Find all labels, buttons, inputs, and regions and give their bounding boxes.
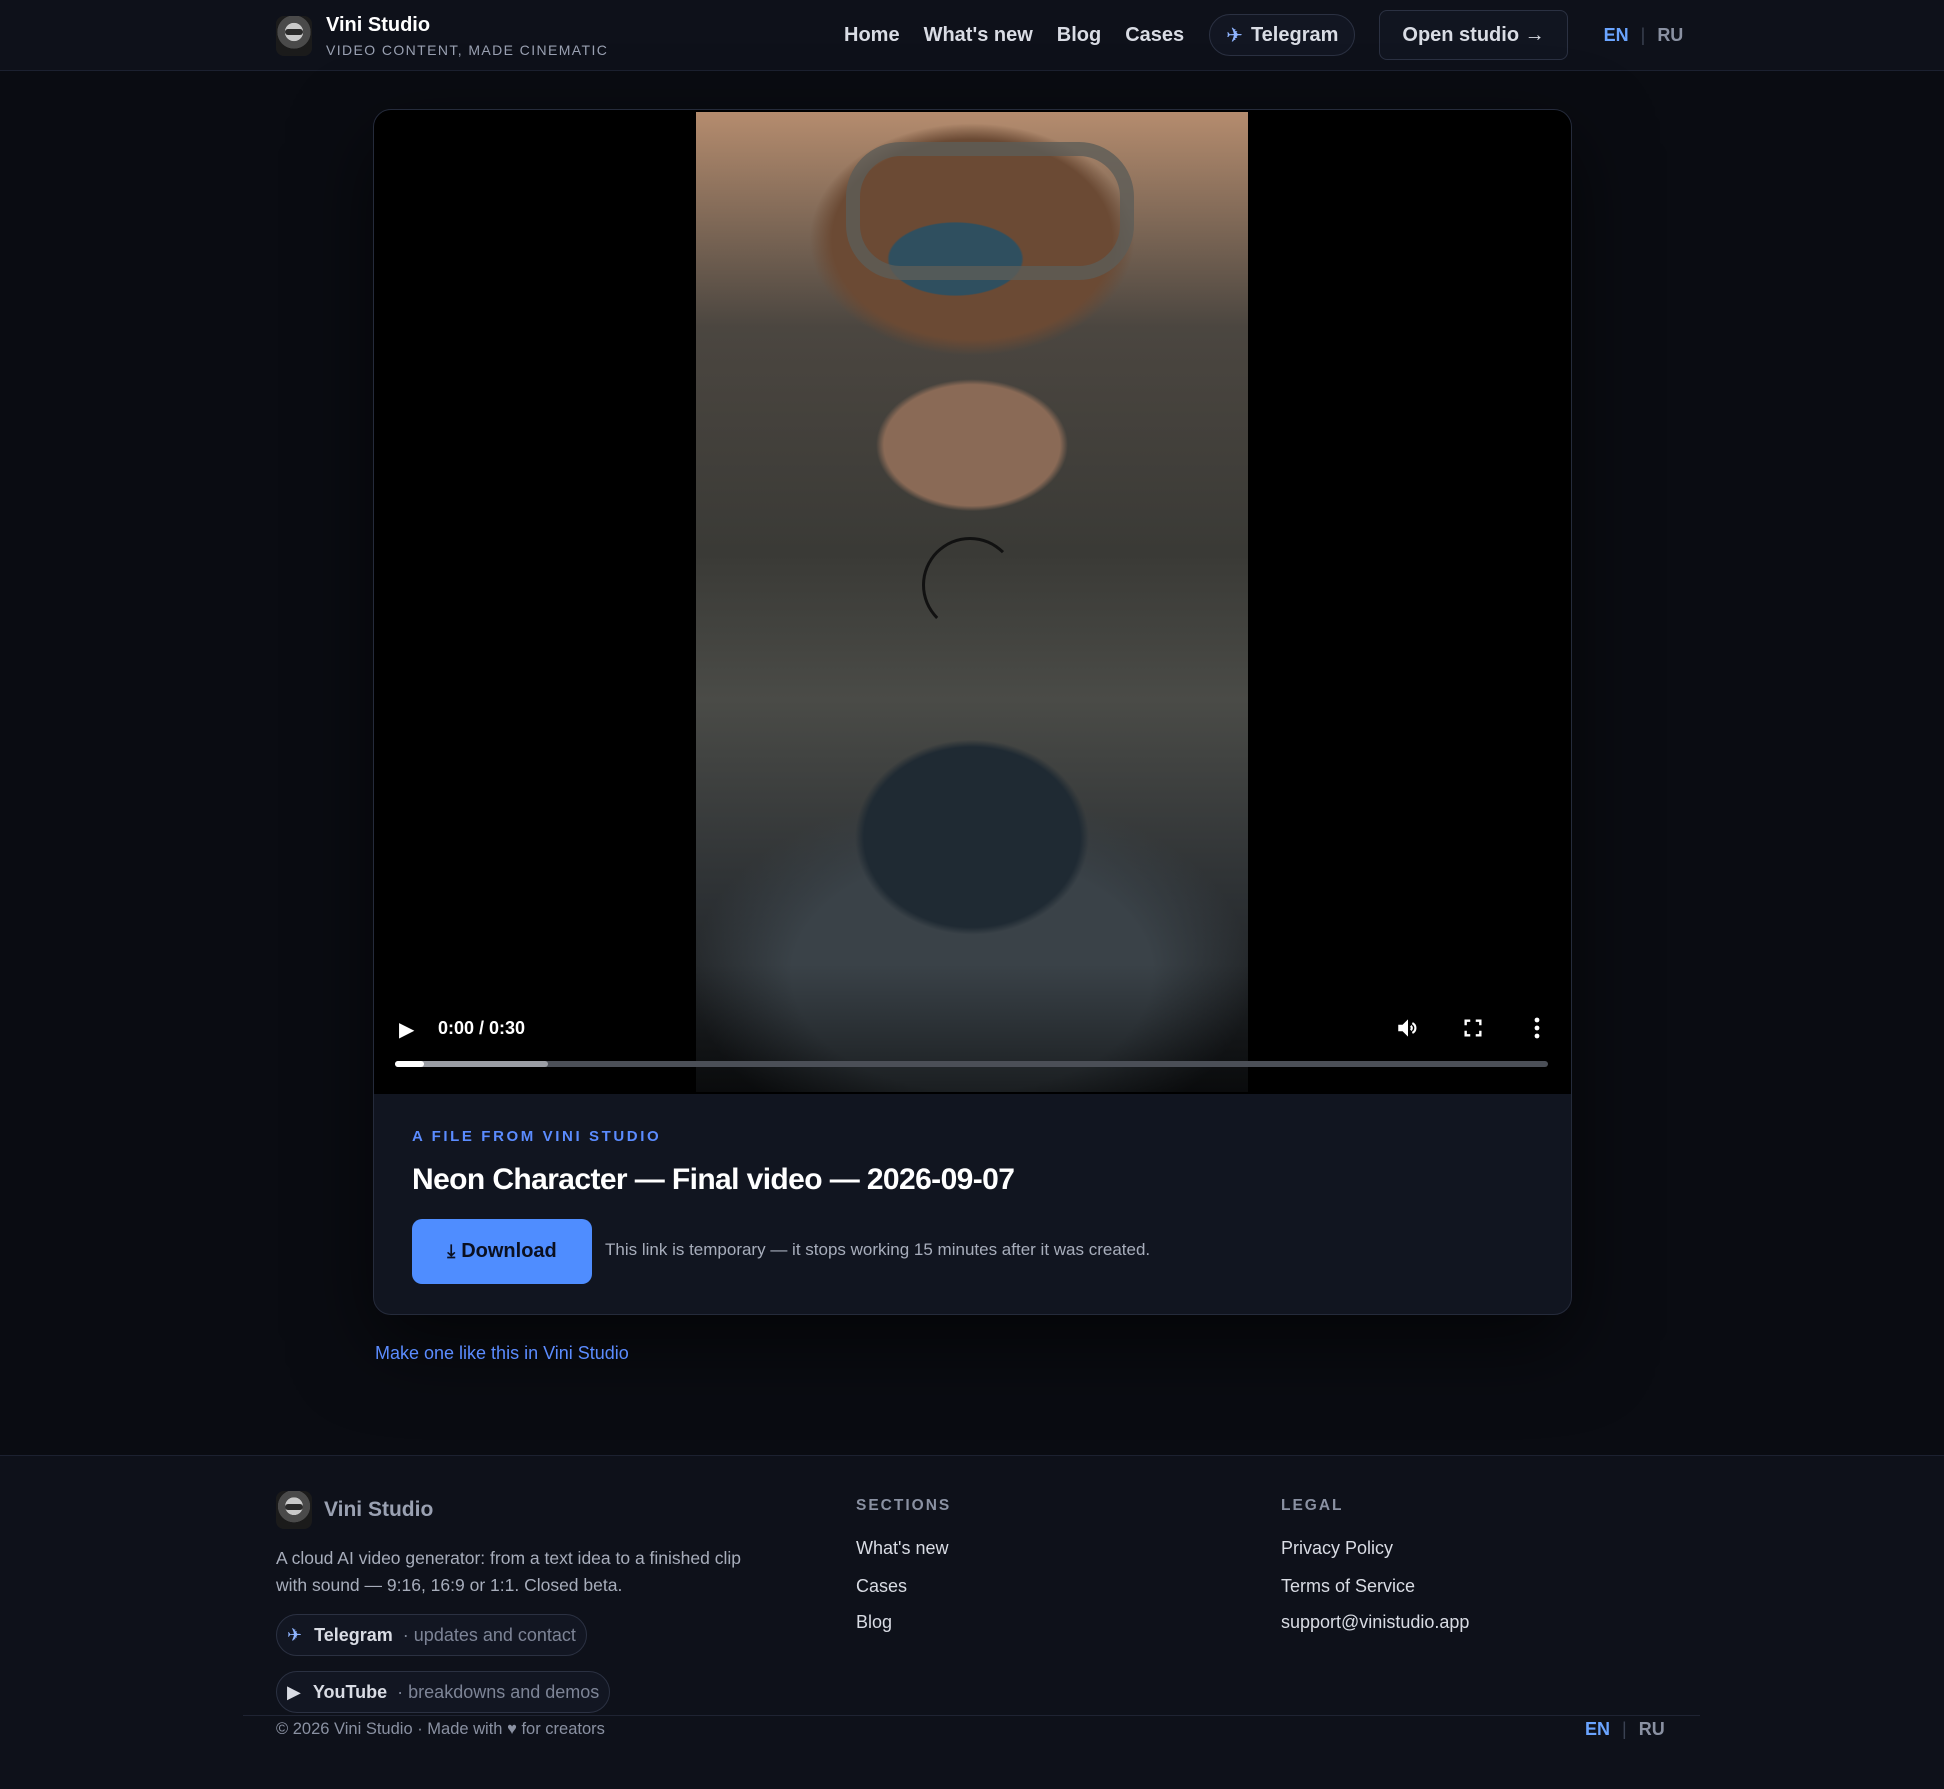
telegram-label: Telegram [1250,23,1339,46]
footer-telegram-link[interactable]: ✈ Telegram · updates and contact [276,1614,587,1656]
lang-ru[interactable]: RU [1657,25,1683,46]
nav-cases[interactable]: Cases [1125,24,1184,47]
footer-logo-icon [276,1491,312,1529]
volume-icon[interactable] [1395,1015,1421,1041]
make-one-link[interactable]: Make one like this in Vini Studio [375,1343,629,1364]
temporary-link-notice: This link is temporary — it stops workin… [605,1240,1151,1259]
loading-spinner-icon [922,537,1018,633]
open-studio-button[interactable]: Open studio → [1379,10,1568,60]
footer-link-whats-new[interactable]: What's new [856,1538,948,1559]
time-display: 0:00 / 0:30 [438,1018,526,1038]
file-title: Neon Character — Final video — 2026-09-0… [412,1163,1015,1196]
footer-youtube-link[interactable]: ▶ YouTube · breakdowns and demos [276,1671,611,1713]
social-name: YouTube [312,1681,388,1702]
legal-heading: LEGAL [1281,1497,1344,1514]
telegram-plane-icon: ✈ [287,1624,303,1645]
video-progress-bar[interactable] [395,1061,1548,1067]
footer-link-blog[interactable]: Blog [856,1612,892,1633]
social-subtitle: · updates and contact [402,1624,576,1645]
footer-link-support-email[interactable]: support@vinistudio.app [1281,1612,1469,1633]
fullscreen-icon[interactable] [1462,1017,1484,1039]
footer-description: A cloud AI video generator: from a text … [276,1548,741,1595]
footer-brand[interactable]: Vini Studio [276,1491,433,1529]
brand[interactable]: Vini Studio VIDEO CONTENT, MADE CINEMATI… [276,14,608,58]
site-header: Vini Studio VIDEO CONTENT, MADE CINEMATI… [0,0,1944,71]
footer-lang-separator: | [1622,1719,1627,1739]
sections-heading: SECTIONS [856,1497,952,1514]
nav-blog[interactable]: Blog [1057,24,1101,47]
footer-link-terms[interactable]: Terms of Service [1281,1576,1415,1597]
file-eyebrow: A FILE FROM VINI STUDIO [412,1128,662,1145]
controls-overlay [374,964,1571,1094]
copyright: © 2026 Vini Studio · Made with ♥ for cre… [276,1720,605,1738]
footer-link-privacy[interactable]: Privacy Policy [1281,1538,1393,1559]
nav-whats-new[interactable]: What's new [924,24,1033,47]
footer-brand-name: Vini Studio [324,1498,434,1521]
social-name: Telegram [314,1624,393,1645]
telegram-plane-icon: ✈ [1226,24,1243,47]
footer-link-cases[interactable]: Cases [856,1576,907,1597]
main-nav: Home What's new Blog Cases ✈ Telegram Op… [844,10,1683,60]
brand-name: Vini Studio [326,14,431,36]
footer-language-switcher: EN | RU [1585,1719,1665,1740]
social-subtitle: · breakdowns and demos [397,1681,600,1702]
play-icon[interactable]: ▶ [399,1017,414,1042]
lang-separator: | [1640,24,1646,45]
brand-text: Vini Studio VIDEO CONTENT, MADE CINEMATI… [326,14,608,58]
progress-played [395,1061,424,1067]
footer-lang-ru[interactable]: RU [1639,1719,1665,1740]
brand-tagline: VIDEO CONTENT, MADE CINEMATIC [326,42,609,58]
play-triangle-icon: ▶ [287,1681,301,1702]
more-vertical-icon[interactable] [1527,1016,1547,1040]
footer-lang-en[interactable]: EN [1585,1719,1610,1740]
download-button[interactable]: ⤓ Download [412,1219,592,1284]
language-switcher: EN | RU [1604,25,1684,46]
lang-en[interactable]: EN [1604,25,1629,46]
telegram-button[interactable]: ✈ Telegram [1209,14,1356,56]
footer-divider [243,1715,1700,1716]
brand-logo-icon [276,16,312,56]
download-label: Download [461,1240,557,1262]
download-arrow-icon: ⤓ [447,1241,456,1261]
nav-home[interactable]: Home [844,24,900,47]
